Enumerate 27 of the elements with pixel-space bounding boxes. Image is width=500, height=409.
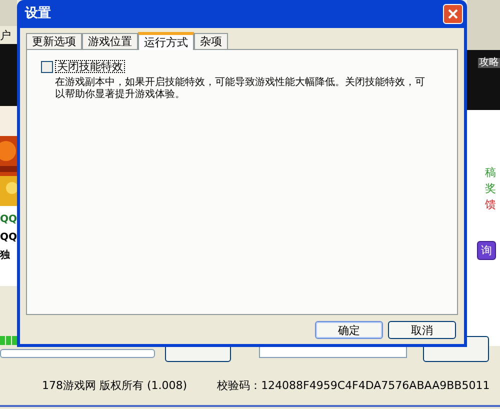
checksum-text: 校验码：124088F4959C4F4DA7576ABAA9BB5011 xyxy=(217,378,490,394)
news-text: QQ xyxy=(0,213,18,227)
tab[interactable]: 更新选项 xyxy=(26,33,82,49)
cancel-button[interactable]: 取消 xyxy=(388,321,456,339)
login-text: 户 xyxy=(0,30,11,40)
news-text: QQ xyxy=(0,231,18,245)
banner-dark xyxy=(0,44,17,106)
checkbox[interactable] xyxy=(41,60,53,72)
app-toolbar xyxy=(0,0,17,26)
option-description: 在游戏副本中，如果开启技能特效，可能导致游戏性能大幅降低。关闭技能特效，可以帮助你显著提升游戏体验。 xyxy=(55,77,426,101)
tab[interactable]: 杂项 xyxy=(194,33,228,49)
checkbox-label[interactable]: 关闭技能特效 xyxy=(55,60,125,73)
news-text: 稿 xyxy=(485,165,496,181)
news-text: 独 xyxy=(0,248,10,263)
window-title: 设置 xyxy=(25,5,51,24)
query-button[interactable]: 询 xyxy=(477,241,496,260)
app-toolbar xyxy=(467,0,500,50)
tab[interactable]: 运行方式 xyxy=(138,32,194,50)
guide-label: 攻略 xyxy=(478,58,500,68)
ok-button[interactable]: 确定 xyxy=(315,321,383,339)
copyright-text: 178游戏网 版权所有 (1.008) xyxy=(42,378,188,394)
news-text: 奖 xyxy=(485,181,496,197)
close-icon xyxy=(448,9,458,19)
close-button[interactable] xyxy=(443,4,463,24)
news-text: 馈 xyxy=(485,197,496,213)
tab[interactable]: 游戏位置 xyxy=(82,33,138,49)
banner-light xyxy=(0,106,17,136)
